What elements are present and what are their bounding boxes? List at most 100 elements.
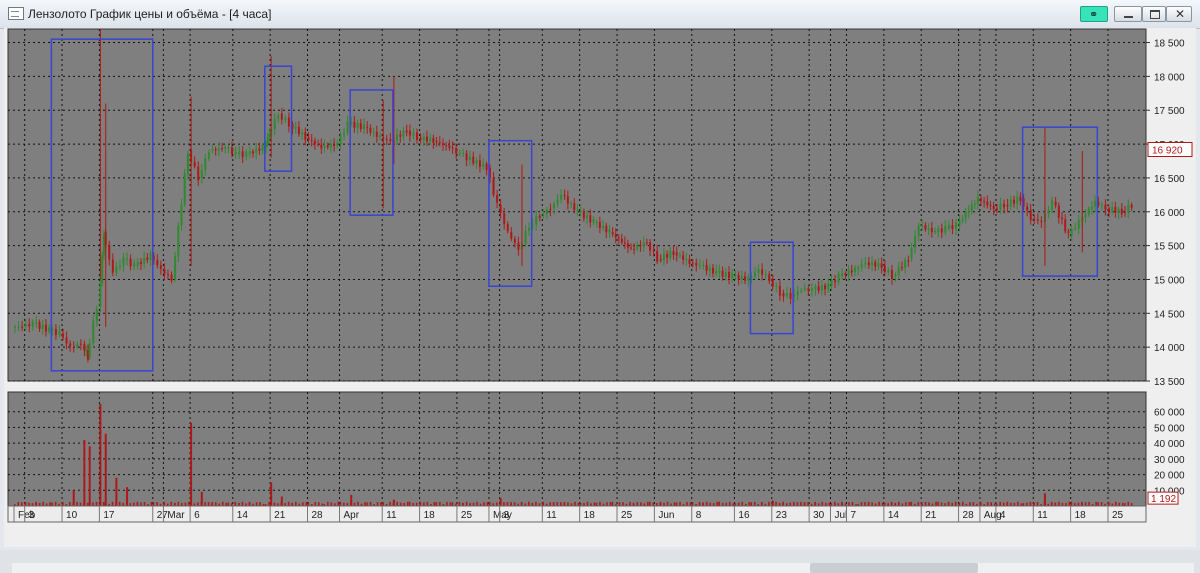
volume-tick-label: 30 000 <box>1154 455 1185 466</box>
volume-bar <box>339 501 342 506</box>
date-tick-label: 4 <box>1000 510 1006 521</box>
volume-bar <box>423 502 425 506</box>
minimize-button[interactable] <box>1114 6 1142 22</box>
volume-bar <box>527 501 530 506</box>
candle-body <box>1107 208 1110 212</box>
price-tick-label: 18 000 <box>1154 72 1185 83</box>
link-button[interactable]: ⚭ <box>1080 6 1108 22</box>
candle-body <box>860 264 863 268</box>
candle-body <box>995 208 998 210</box>
candle-body <box>513 238 516 243</box>
date-tick-label: 21 <box>925 510 937 521</box>
candle-body <box>549 209 552 211</box>
date-tick-label: 11 <box>386 510 397 521</box>
candle-body <box>576 210 579 212</box>
volume-bar <box>503 502 505 506</box>
scrollbar-thumb[interactable] <box>810 563 978 573</box>
volume-bar <box>611 501 614 506</box>
candle-body <box>614 234 617 238</box>
candle-body <box>101 255 104 284</box>
maximize-button[interactable] <box>1142 6 1166 22</box>
volume-bar <box>741 501 744 506</box>
candle-body <box>753 272 756 277</box>
candle-body <box>850 270 853 273</box>
volume-bar <box>586 501 589 506</box>
volume-bar <box>796 502 799 506</box>
candle-body <box>69 343 72 347</box>
candle-body <box>492 177 495 195</box>
candle-body <box>422 136 425 140</box>
volume-bar <box>851 501 854 506</box>
candle-body <box>462 153 465 155</box>
candle-body <box>455 148 458 154</box>
date-tick-label: 11 <box>546 510 557 521</box>
candle-body <box>245 151 248 157</box>
last-volume-label: 1 192 <box>1151 494 1176 505</box>
volume-bar <box>833 501 836 506</box>
candle-body <box>914 236 917 249</box>
candle-body <box>579 211 582 213</box>
volume-bar <box>1070 501 1073 506</box>
candle-body <box>652 250 655 252</box>
date-tick-label: 25 <box>1112 510 1124 521</box>
volume-bar <box>841 501 843 506</box>
date-tick-label: 18 <box>1075 510 1087 521</box>
candle-body <box>294 126 297 129</box>
candle-body <box>636 244 639 250</box>
candle-body <box>432 137 435 143</box>
volume-bar <box>49 502 51 506</box>
volume-bar <box>255 502 258 506</box>
volume-bar <box>446 501 448 506</box>
close-button[interactable]: ✕ <box>1166 6 1192 22</box>
volume-bar <box>408 501 411 506</box>
candle-body <box>177 225 180 257</box>
candle-body <box>904 260 907 269</box>
candle-body <box>108 245 111 260</box>
candle-body <box>642 242 645 247</box>
candle-body <box>170 274 173 281</box>
candle-body <box>472 156 475 164</box>
title-bar[interactable]: Лензолото График цены и объёма - [4 часа… <box>0 0 1200 29</box>
candle-body <box>1057 205 1060 218</box>
candle-body <box>1087 208 1090 215</box>
candle-body <box>814 286 817 290</box>
volume-bar <box>883 502 886 506</box>
candle-body <box>363 124 366 130</box>
volume-bar <box>227 502 230 506</box>
volume-tick-label: 40 000 <box>1154 439 1185 450</box>
volume-bar <box>807 502 809 506</box>
price-volume-chart[interactable]: 18 50018 00017 50017 00016 50016 00015 5… <box>4 28 1196 547</box>
candle-body <box>475 160 478 164</box>
volume-bar <box>488 501 491 506</box>
candle-body <box>837 273 840 283</box>
candle-body <box>691 262 694 264</box>
candle-body <box>17 326 20 328</box>
candle-body <box>999 203 1002 210</box>
candle-body <box>1040 220 1043 222</box>
candle-body <box>287 117 290 127</box>
volume-bar <box>750 502 753 506</box>
volume-bar <box>636 501 639 506</box>
candle-body <box>435 140 438 143</box>
candle-body <box>586 215 589 219</box>
candle-body <box>1047 210 1050 214</box>
volume-bar <box>748 502 751 506</box>
candle-body <box>72 347 75 349</box>
volume-bar <box>864 502 866 506</box>
volume-bar <box>979 501 982 506</box>
volume-bar <box>483 502 485 506</box>
candle-body <box>864 262 867 265</box>
candle-body <box>448 145 451 149</box>
volume-bar <box>318 502 320 506</box>
volume-bar <box>170 501 173 506</box>
volume-bar <box>177 501 180 506</box>
candle-body <box>234 151 237 155</box>
candle-body <box>429 137 432 142</box>
volume-bar <box>1006 501 1009 506</box>
candle-body <box>277 115 280 119</box>
candle-body <box>724 272 727 277</box>
candle-body <box>510 232 513 239</box>
horizontal-scrollbar[interactable] <box>12 563 1194 573</box>
volume-bar <box>506 502 509 506</box>
date-tick-label: 3 <box>504 510 510 521</box>
